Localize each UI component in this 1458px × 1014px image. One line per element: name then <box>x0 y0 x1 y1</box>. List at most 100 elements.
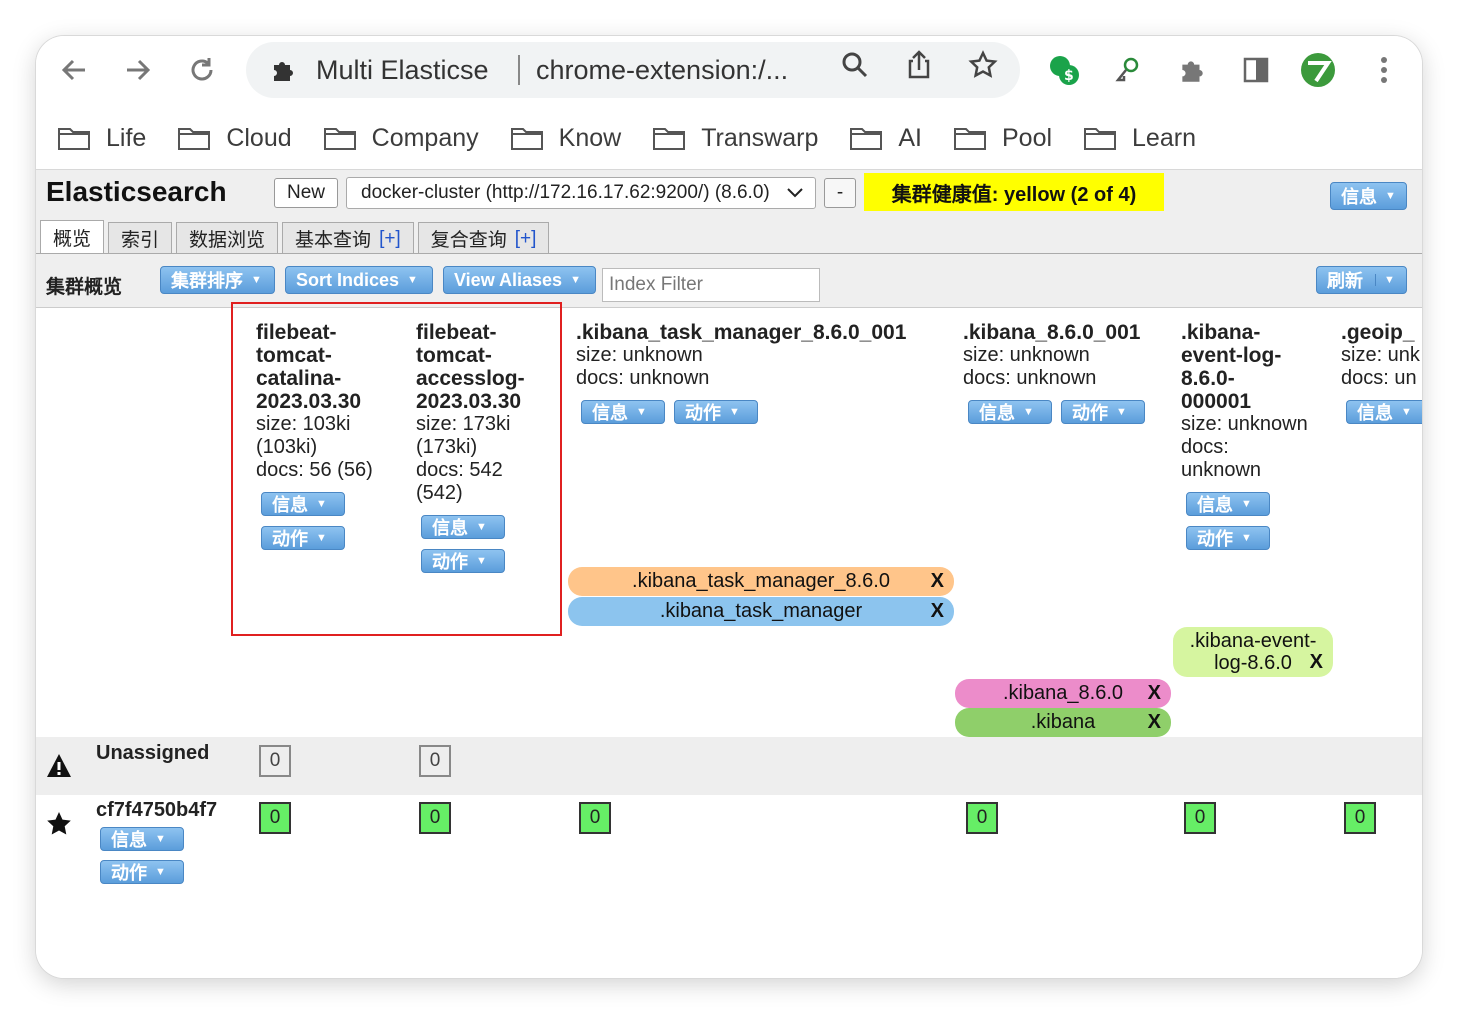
profile-avatar-icon[interactable] <box>1298 50 1338 90</box>
cluster-info-label: 信息 <box>1341 187 1377 207</box>
index-filter-input[interactable]: Index Filter <box>602 268 820 302</box>
view-aliases-button[interactable]: View Aliases ▼ <box>443 266 596 294</box>
caret-down-icon: ▼ <box>1385 190 1396 202</box>
more-menu-icon[interactable] <box>1364 50 1404 90</box>
extensions-icon[interactable] <box>1172 50 1212 90</box>
index-docs: docs: un <box>1341 367 1417 389</box>
forward-icon[interactable] <box>118 50 158 90</box>
zoom-search-icon[interactable] <box>836 46 874 84</box>
alias-label: .kibana_8.6.0 <box>1002 682 1124 704</box>
primary-shard[interactable]: 0 <box>966 802 998 834</box>
index-name: .kibana_8.6.0_001 <box>963 321 1141 344</box>
cluster-select[interactable]: docker-cluster (http://172.16.17.62:9200… <box>346 177 816 209</box>
folder-icon <box>178 128 211 150</box>
alias-pill[interactable]: .kibana-event-log-8.6.0 X <box>1173 627 1333 677</box>
tab-browser[interactable]: 数据浏览 <box>176 222 279 254</box>
tab-compound-query[interactable]: 复合查询 [+] <box>417 222 550 254</box>
remove-alias-button[interactable]: X <box>1310 651 1323 673</box>
es-head-app: Elasticsearch New docker-cluster (http:/… <box>36 170 1422 978</box>
index-docs: docs: <box>1181 436 1229 458</box>
caret-down-icon: ▼ <box>1241 498 1252 510</box>
unassigned-label: Unassigned <box>96 742 210 764</box>
alias-pill[interactable]: .kibana X <box>955 708 1171 737</box>
primary-shard[interactable]: 0 <box>419 802 451 834</box>
primary-shard[interactable]: 0 <box>259 802 291 834</box>
index-column: .kibana_task_manager_8.6.0_001 size: unk… <box>576 321 956 390</box>
primary-shard[interactable]: 0 <box>579 802 611 834</box>
unassigned-shard[interactable]: 0 <box>259 745 291 777</box>
index-column: .kibana_8.6.0_001 size: unknown docs: un… <box>963 321 1173 390</box>
sort-indices-button[interactable]: Sort Indices ▼ <box>285 266 433 294</box>
highlight-box <box>231 302 562 636</box>
tab-overview[interactable]: 概览 <box>40 220 105 254</box>
remove-alias-button[interactable]: X <box>931 600 944 623</box>
bookmark-star-icon[interactable] <box>964 46 1002 84</box>
folder-icon <box>953 128 986 150</box>
back-icon[interactable] <box>54 50 94 90</box>
bookmark-label: Pool <box>1001 123 1053 152</box>
node-name: cf7f4750b4f7 <box>96 799 218 821</box>
index-info-button[interactable]: 信息 ▼ <box>581 400 665 424</box>
cluster-info-button[interactable]: 信息 ▼ <box>1330 182 1407 210</box>
tab-basic-query[interactable]: 基本查询 [+] <box>282 222 414 254</box>
new-connection-button[interactable]: New <box>274 178 338 208</box>
index-size: size: unknown <box>576 344 703 366</box>
bookmark-cloud[interactable]: Cloud <box>178 124 292 153</box>
tab-label: 数据浏览 <box>189 230 266 251</box>
alias-pill[interactable]: .kibana_task_manager X <box>568 597 954 626</box>
index-action-button[interactable]: 动作 ▼ <box>1186 526 1270 550</box>
reload-icon[interactable] <box>182 50 222 90</box>
remove-alias-button[interactable]: X <box>1148 682 1161 705</box>
url-text[interactable]: chrome-extension:/... <box>536 55 818 86</box>
currency-extension-icon[interactable]: $ <box>1044 50 1084 90</box>
folder-icon <box>850 128 883 150</box>
bookmark-label: Company <box>371 123 479 152</box>
tab-indices[interactable]: 索引 <box>108 222 173 254</box>
node-action-button[interactable]: 动作 ▼ <box>100 860 184 884</box>
cluster-grid: filebeat-tomcat-catalina- 2023.03.30 size… <box>36 302 1422 978</box>
index-info-button[interactable]: 信息 ▼ <box>1186 492 1270 516</box>
remove-alias-button[interactable]: X <box>931 570 944 593</box>
browser-window: Multi Elasticse chrome-extension:/... $ <box>36 36 1422 978</box>
node-info-button[interactable]: 信息 ▼ <box>100 827 184 851</box>
bookmark-know[interactable]: Know <box>510 124 621 153</box>
bookmark-life[interactable]: Life <box>58 124 146 153</box>
cluster-sort-button[interactable]: 集群排序 ▼ <box>160 266 275 294</box>
side-panel-icon[interactable] <box>1236 50 1276 90</box>
bookmark-pool[interactable]: Pool <box>953 123 1053 153</box>
sort-indices-label: Sort Indices <box>296 269 400 290</box>
caret-down-icon: ▼ <box>1023 406 1034 418</box>
index-docs-value: unknown <box>1181 459 1262 481</box>
address-separator <box>518 55 520 85</box>
primary-shard[interactable]: 0 <box>1344 802 1376 834</box>
remove-connection-button[interactable]: - <box>824 178 856 208</box>
folder-icon <box>653 128 686 150</box>
remove-alias-button[interactable]: X <box>1148 711 1161 734</box>
index-info-button[interactable]: 信息 ▼ <box>968 400 1052 424</box>
key-extension-icon[interactable] <box>1108 50 1148 90</box>
unassigned-shard[interactable]: 0 <box>419 745 451 777</box>
add-tab-link[interactable]: [+] <box>515 228 537 250</box>
index-action-button[interactable]: 动作 ▼ <box>674 400 758 424</box>
refresh-button[interactable]: 刷新 ▼ <box>1316 266 1407 294</box>
alias-label: .kibana-event-log-8.6.0 <box>1189 630 1317 674</box>
alias-label: .kibana_task_manager <box>659 600 863 622</box>
caret-down-icon: ▼ <box>729 406 740 418</box>
index-action-button[interactable]: 动作 ▼ <box>1061 400 1145 424</box>
index-name: .kibana_task_manager_8.6.0_001 <box>576 321 907 344</box>
view-aliases-label: View Aliases <box>454 269 563 290</box>
bookmark-learn[interactable]: Learn <box>1084 124 1196 153</box>
bookmark-company[interactable]: Company <box>323 123 479 153</box>
tab-label: 基本查询 <box>295 230 372 251</box>
index-name: .geoip_ <box>1341 321 1415 344</box>
primary-shard[interactable]: 0 <box>1184 802 1216 834</box>
svg-text:$: $ <box>1064 68 1074 84</box>
index-docs: docs: unknown <box>576 367 710 389</box>
bookmark-transwarp[interactable]: Transwarp <box>653 124 818 153</box>
share-icon[interactable] <box>900 46 938 84</box>
alias-pill[interactable]: .kibana_8.6.0 X <box>955 679 1171 708</box>
index-info-button[interactable]: 信息 ▼ <box>1346 400 1422 424</box>
add-tab-link[interactable]: [+] <box>379 228 401 250</box>
alias-pill[interactable]: .kibana_task_manager_8.6.0 X <box>568 567 954 596</box>
bookmark-ai[interactable]: AI <box>850 124 922 153</box>
